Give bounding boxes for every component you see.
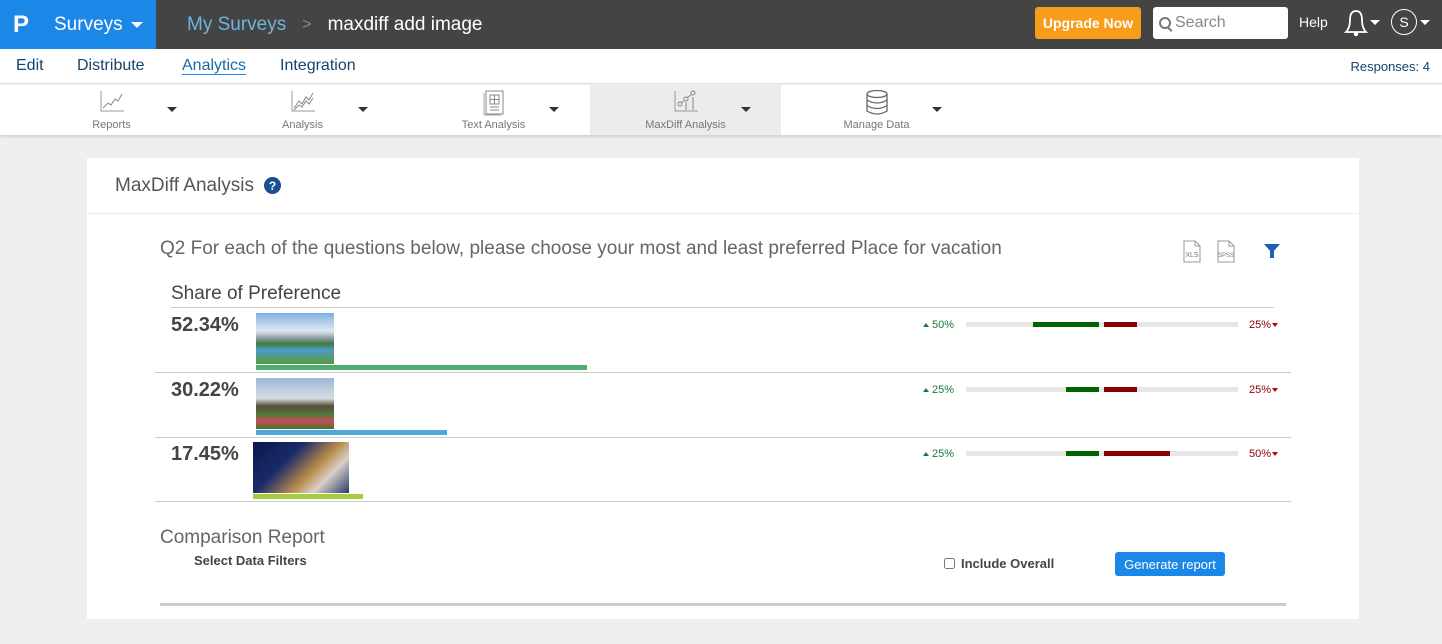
breadcrumb: My Surveys > maxdiff add image: [187, 0, 483, 49]
breadcrumb-my-surveys[interactable]: My Surveys: [187, 14, 286, 36]
database-icon: [865, 89, 888, 115]
comparison-report-title: Comparison Report: [160, 527, 325, 548]
breadcrumb-separator: >: [302, 15, 312, 33]
question-text: Q2 For each of the questions below, plea…: [160, 238, 1002, 259]
most-least-track: [966, 322, 1238, 327]
top-bar: P Surveys My Surveys > maxdiff add image…: [0, 0, 1442, 49]
share-percent: 30.22%: [171, 379, 239, 401]
generate-report-button[interactable]: Generate report: [1115, 552, 1225, 576]
most-preferred-percent: 25%: [923, 384, 954, 396]
divider: [160, 603, 1286, 606]
london-night-image: [253, 442, 349, 493]
search-input[interactable]: [1175, 14, 1280, 32]
triangle-down-icon: [1272, 323, 1279, 327]
search-box: [1153, 7, 1288, 39]
help-icon[interactable]: ?: [264, 177, 282, 194]
chevron-down-icon[interactable]: [1420, 20, 1430, 25]
most-preferred-percent: 25%: [923, 448, 954, 460]
product-name: Surveys: [54, 13, 123, 35]
share-bar: [256, 430, 447, 435]
xls-label: XLS: [1185, 252, 1199, 259]
tool-analysis[interactable]: Analysis: [207, 85, 398, 135]
most-bar: [1066, 387, 1099, 392]
chevron-down-icon[interactable]: [741, 107, 751, 112]
nav-analytics[interactable]: Analytics: [182, 57, 246, 75]
most-least-track: [966, 451, 1238, 456]
upgrade-now-button[interactable]: Upgrade Now: [1035, 7, 1141, 39]
document-grid-icon: [483, 90, 503, 116]
responses-count: Responses: 4: [1350, 59, 1431, 74]
preference-row: 30.22% 25% 25%: [155, 373, 1291, 438]
least-preferred-percent: 50%: [1249, 448, 1279, 460]
maxdiff-panel: MaxDiff Analysis ? Q2 For each of the qu…: [87, 158, 1359, 619]
share-percent: 17.45%: [171, 443, 239, 465]
tool-label: Analysis: [282, 119, 323, 131]
tool-label: MaxDiff Analysis: [645, 119, 726, 131]
panel-header: MaxDiff Analysis ?: [87, 158, 1359, 214]
bali-temple-image: [256, 378, 334, 429]
include-overall[interactable]: Include Overall: [944, 556, 1054, 571]
most-bar: [1066, 451, 1099, 456]
share-bar: [256, 365, 587, 370]
least-bar: [1104, 387, 1137, 392]
include-overall-checkbox[interactable]: [944, 558, 955, 569]
most-least-track: [966, 387, 1238, 392]
nav-integration[interactable]: Integration: [280, 57, 356, 75]
spss-label: SPSS: [1218, 253, 1234, 259]
select-data-filters-label: Select Data Filters: [194, 553, 307, 568]
most-bar: [1033, 322, 1099, 327]
share-bar: [253, 494, 363, 499]
chevron-down-icon[interactable]: [167, 107, 177, 112]
tool-manage-data[interactable]: Manage Data: [781, 85, 972, 135]
xls-export-icon[interactable]: XLS: [1181, 240, 1203, 264]
share-of-preference-title: Share of Preference: [171, 283, 342, 304]
survey-nav: Edit Distribute Analytics Integration Re…: [0, 49, 1442, 84]
triangle-up-icon: [923, 323, 929, 327]
tool-text-analysis[interactable]: Text Analysis: [398, 85, 589, 135]
least-bar: [1104, 451, 1170, 456]
tool-label: Text Analysis: [461, 119, 526, 131]
spss-export-icon[interactable]: SPSS: [1215, 240, 1237, 264]
filter-icon-stem: [1270, 251, 1274, 258]
chevron-down-icon[interactable]: [549, 107, 559, 112]
preference-row: 17.45% 25% 50%: [155, 437, 1291, 502]
chevron-down-icon[interactable]: [1370, 20, 1380, 25]
app-logo: P: [12, 10, 29, 38]
chevron-down-icon: [130, 21, 143, 28]
share-percent: 52.34%: [171, 314, 239, 336]
analytics-toolbar: Reports Analysis Text Analysis MaxDiff A…: [0, 85, 1442, 135]
triangle-up-icon: [923, 452, 929, 456]
triangle-up-icon: [923, 388, 929, 392]
triangle-down-icon: [1272, 388, 1279, 392]
nav-distribute[interactable]: Distribute: [77, 57, 145, 75]
product-switcher[interactable]: P Surveys: [0, 0, 156, 49]
panel-title: MaxDiff Analysis: [115, 174, 255, 196]
least-preferred-percent: 25%: [1249, 319, 1279, 331]
avatar[interactable]: S: [1391, 9, 1417, 35]
include-overall-label: Include Overall: [961, 556, 1055, 571]
preference-row: 52.34% 50% 25%: [155, 308, 1291, 373]
maxdiff-chart-icon: [674, 90, 698, 112]
line-chart-icon: [100, 91, 124, 112]
most-preferred-percent: 50%: [923, 319, 954, 331]
multi-line-chart-icon: [291, 91, 315, 112]
tool-maxdiff-analysis[interactable]: MaxDiff Analysis: [590, 85, 781, 135]
tool-label: Manage Data: [843, 119, 910, 131]
tool-reports[interactable]: Reports: [16, 85, 207, 135]
mountain-lake-image: [256, 313, 334, 364]
nav-edit[interactable]: Edit: [16, 57, 44, 75]
triangle-down-icon: [1272, 452, 1279, 456]
tool-label: Reports: [92, 119, 131, 131]
survey-title: maxdiff add image: [327, 13, 483, 35]
least-bar: [1104, 322, 1137, 327]
help-link[interactable]: Help: [1299, 14, 1328, 30]
chevron-down-icon[interactable]: [932, 107, 942, 112]
least-preferred-percent: 25%: [1249, 384, 1279, 396]
chevron-down-icon[interactable]: [358, 107, 368, 112]
search-icon: [1159, 17, 1171, 29]
